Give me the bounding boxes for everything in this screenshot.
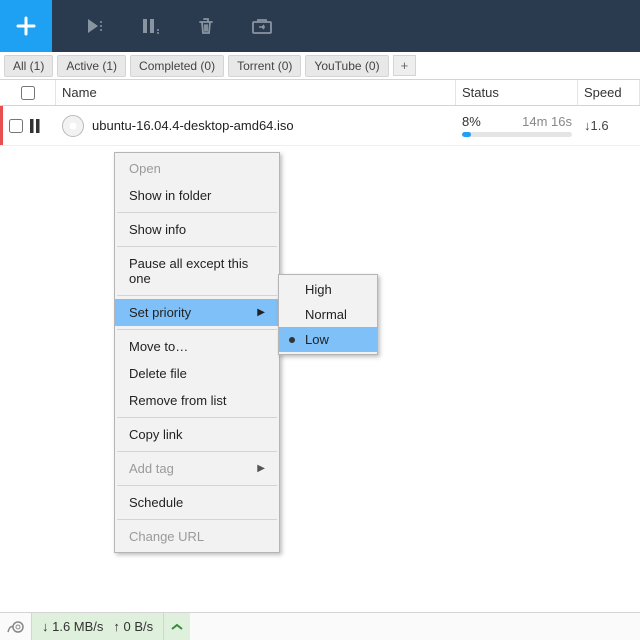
snail-icon[interactable] [0,613,32,640]
chevron-right-icon: ▶ [257,463,265,474]
ctx-set-priority[interactable]: Set priority ▶ [115,299,279,326]
upload-speed: ↑ 0 B/s [113,619,153,634]
priority-low[interactable]: Low [279,327,377,352]
pause-icon [29,119,41,133]
context-menu: Open Show in folder Show info Pause all … [114,152,280,553]
header-status[interactable]: Status [456,80,578,105]
ctx-show-info[interactable]: Show info [115,216,279,243]
tab-torrent[interactable]: Torrent (0) [228,55,301,77]
download-speed: ↓ 1.6 MB/s [42,619,103,634]
tab-add-button[interactable]: + [393,55,417,76]
header-name[interactable]: Name [56,80,456,105]
ctx-add-tag[interactable]: Add tag ▶ [115,455,279,482]
main-toolbar [0,0,640,52]
ctx-delete-file[interactable]: Delete file [115,360,279,387]
priority-high[interactable]: High [279,277,377,302]
tab-all[interactable]: All (1) [4,55,53,77]
tab-active[interactable]: Active (1) [57,55,126,77]
eta-text: 14m 16s [522,114,572,129]
folder-button[interactable] [234,0,290,52]
pause-button[interactable] [122,0,178,52]
speed-text: ↓1.6 [578,106,640,145]
ctx-pause-except[interactable]: Pause all except this one [115,250,279,292]
delete-button[interactable] [178,0,234,52]
play-button[interactable] [66,0,122,52]
ctx-set-priority-label: Set priority [129,305,191,320]
progress-bar [462,132,572,137]
selected-dot-icon [289,337,295,343]
header-speed[interactable]: Speed [578,80,640,105]
filter-tabs: All (1) Active (1) Completed (0) Torrent… [0,52,640,80]
priority-low-label: Low [305,332,329,347]
file-name: ubuntu-16.04.4-desktop-amd64.iso [92,118,294,133]
ctx-add-tag-label: Add tag [129,461,174,476]
tab-youtube[interactable]: YouTube (0) [305,55,388,77]
status-bar: ↓ 1.6 MB/s ↑ 0 B/s [0,612,640,640]
chevron-right-icon: ▶ [257,307,265,318]
progress-percent: 8% [462,114,481,129]
ctx-show-in-folder[interactable]: Show in folder [115,182,279,209]
disc-icon [62,115,84,137]
priority-submenu: High Normal Low [278,274,378,355]
expand-button[interactable] [164,613,190,640]
ctx-remove-list[interactable]: Remove from list [115,387,279,414]
tab-completed[interactable]: Completed (0) [130,55,224,77]
speed-panel[interactable]: ↓ 1.6 MB/s ↑ 0 B/s [32,613,164,640]
row-checkbox[interactable] [9,119,23,133]
header-checkbox[interactable] [0,80,56,105]
ctx-schedule[interactable]: Schedule [115,489,279,516]
download-row[interactable]: ubuntu-16.04.4-desktop-amd64.iso 8% 14m … [0,106,640,146]
add-button[interactable] [0,0,52,52]
priority-normal[interactable]: Normal [279,302,377,327]
ctx-open[interactable]: Open [115,155,279,182]
ctx-change-url[interactable]: Change URL [115,523,279,550]
ctx-copy-link[interactable]: Copy link [115,421,279,448]
ctx-move-to[interactable]: Move to… [115,333,279,360]
table-header: Name Status Speed [0,80,640,106]
